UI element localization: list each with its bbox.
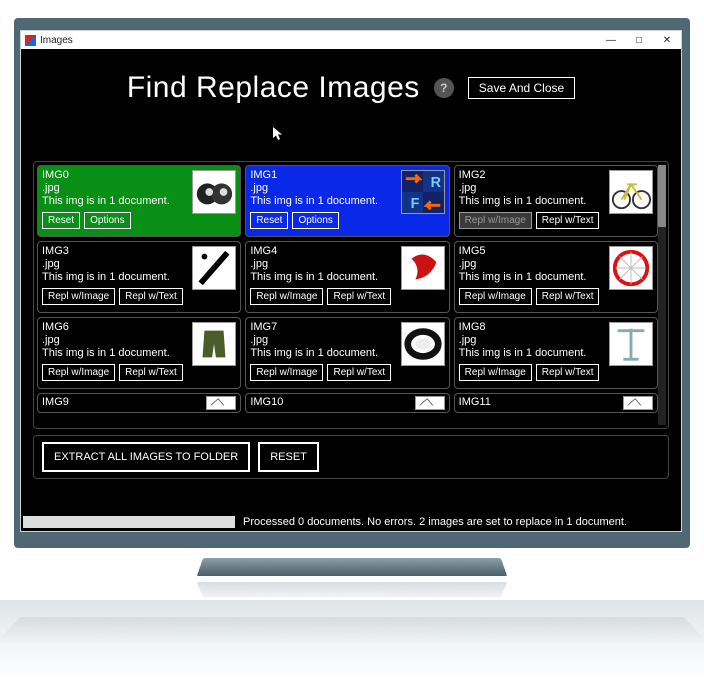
cell-options-button[interactable]: Options	[84, 212, 130, 229]
scrollbar-thumb[interactable]	[658, 165, 666, 227]
image-thumbnail	[401, 322, 445, 366]
image-thumbnail	[609, 170, 653, 214]
image-grid-panel: IMG0.jpgThis img is in 1 document.ResetO…	[33, 161, 669, 429]
cell-replace-text-button[interactable]: Repl w/Text	[536, 364, 600, 381]
image-cell[interactable]: IMG8.jpgThis img is in 1 document.Repl w…	[454, 317, 658, 389]
status-text: Processed 0 documents. No errors. 2 imag…	[235, 516, 627, 528]
grid-scrollbar[interactable]	[658, 165, 666, 425]
image-thumbnail	[192, 170, 236, 214]
mouse-cursor-icon	[273, 127, 283, 141]
image-thumbnail	[192, 322, 236, 366]
footer-actions: EXTRACT ALL IMAGES TO FOLDER RESET	[33, 435, 669, 479]
app-header: Find Replace Images ? Save And Close	[21, 71, 681, 105]
cell-replace-image-button[interactable]: Repl w/Image	[42, 364, 115, 381]
window-minimize-button[interactable]: —	[597, 31, 625, 49]
cell-replace-text-button[interactable]: Repl w/Text	[327, 364, 391, 381]
page-title: Find Replace Images	[127, 71, 420, 105]
image-cell[interactable]: RFIMG1.jpgThis img is in 1 document.Rese…	[245, 165, 449, 237]
image-thumbnail	[206, 396, 236, 410]
image-thumbnail: RF	[401, 170, 445, 214]
cell-replace-text-button[interactable]: Repl w/Text	[119, 364, 183, 381]
monitor-bezel: Images — □ ✕ Find Replace Images ? Save …	[14, 18, 690, 548]
cell-reset-button[interactable]: Reset	[42, 212, 80, 229]
image-thumbnail	[609, 246, 653, 290]
cell-replace-text-button[interactable]: Repl w/Text	[536, 288, 600, 305]
cell-replace-text-button[interactable]: Repl w/Text	[119, 288, 183, 305]
image-cell[interactable]: IMG9	[37, 393, 241, 413]
image-thumbnail	[609, 322, 653, 366]
image-cell[interactable]: IMG10	[245, 393, 449, 413]
image-cell[interactable]: IMG7.jpgThis img is in 1 document.Repl w…	[245, 317, 449, 389]
app-body: Find Replace Images ? Save And Close IMG…	[21, 49, 681, 531]
cell-replace-image-button[interactable]: Repl w/Image	[459, 288, 532, 305]
monitor-stand-reflection	[197, 582, 508, 597]
os-window: Images — □ ✕ Find Replace Images ? Save …	[20, 30, 682, 532]
reset-all-button[interactable]: RESET	[258, 442, 319, 472]
monitor-stand	[197, 558, 508, 576]
image-thumbnail	[192, 246, 236, 290]
help-button[interactable]: ?	[434, 78, 454, 98]
image-thumbnail	[415, 396, 445, 410]
status-bar: Processed 0 documents. No errors. 2 imag…	[21, 513, 681, 531]
image-cell[interactable]: IMG11	[454, 393, 658, 413]
save-and-close-button[interactable]: Save And Close	[468, 77, 575, 99]
svg-text:R: R	[430, 175, 441, 191]
window-titlebar: Images — □ ✕	[21, 31, 681, 49]
cell-replace-text-button[interactable]: Repl w/Text	[327, 288, 391, 305]
cell-options-button[interactable]: Options	[292, 212, 338, 229]
image-cell[interactable]: IMG0.jpgThis img is in 1 document.ResetO…	[37, 165, 241, 237]
image-cell[interactable]: IMG3.jpgThis img is in 1 document.Repl w…	[37, 241, 241, 313]
image-cell[interactable]: IMG6.jpgThis img is in 1 document.Repl w…	[37, 317, 241, 389]
window-close-button[interactable]: ✕	[653, 31, 681, 49]
svg-text:F: F	[410, 196, 419, 212]
progress-bar	[23, 516, 235, 528]
cell-replace-image-button[interactable]: Repl w/Image	[42, 288, 115, 305]
image-cell[interactable]: IMG2.jpgThis img is in 1 document.Repl w…	[454, 165, 658, 237]
cell-replace-text-button[interactable]: Repl w/Text	[536, 212, 600, 229]
image-cell[interactable]: IMG5.jpgThis img is in 1 document.Repl w…	[454, 241, 658, 313]
cell-replace-image-button[interactable]: Repl w/Image	[459, 212, 532, 229]
window-title: Images	[40, 35, 73, 46]
image-cell[interactable]: IMG4.jpgThis img is in 1 document.Repl w…	[245, 241, 449, 313]
app-icon	[25, 35, 36, 46]
cell-reset-button[interactable]: Reset	[250, 212, 288, 229]
window-maximize-button[interactable]: □	[625, 31, 653, 49]
extract-all-button[interactable]: EXTRACT ALL IMAGES TO FOLDER	[42, 442, 250, 472]
cell-replace-image-button[interactable]: Repl w/Image	[459, 364, 532, 381]
cell-replace-image-button[interactable]: Repl w/Image	[250, 364, 323, 381]
cell-replace-image-button[interactable]: Repl w/Image	[250, 288, 323, 305]
image-thumbnail	[401, 246, 445, 290]
image-thumbnail	[623, 396, 653, 410]
